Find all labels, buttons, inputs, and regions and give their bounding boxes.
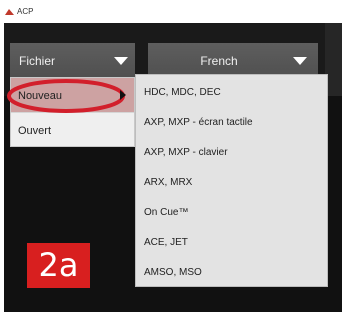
submenu-item-hdc[interactable]: HDC, MDC, DEC xyxy=(136,77,327,107)
file-menu-label: Fichier xyxy=(19,54,56,68)
file-menu-dropdown[interactable]: Fichier xyxy=(10,43,135,79)
submenu-item-oncue[interactable]: On Cue™ xyxy=(136,197,327,227)
title-bar: ACP xyxy=(0,0,348,22)
menu-item-label: Ouvert xyxy=(18,125,52,137)
submenu-item-ace[interactable]: ACE, JET xyxy=(136,227,327,257)
chevron-down-icon xyxy=(114,57,128,65)
submenu-item-label: AXP, MXP - clavier xyxy=(144,147,228,158)
submenu-item-label: ARX, MRX xyxy=(144,177,193,188)
submenu-item-label: AXP, MXP - écran tactile xyxy=(144,117,253,128)
submenu-item-amso[interactable]: AMSO, MSO xyxy=(136,257,327,287)
submenu-item-arx[interactable]: ARX, MRX xyxy=(136,167,327,197)
menu-item-ouvert[interactable]: Ouvert xyxy=(11,113,134,147)
highlight-ring xyxy=(7,79,125,113)
app-logo-icon xyxy=(5,9,14,15)
submenu-item-label: On Cue™ xyxy=(144,207,189,218)
submenu-item-label: HDC, MDC, DEC xyxy=(144,87,221,98)
step-badge: 2a xyxy=(27,243,90,288)
submenu-item-axp-touch[interactable]: AXP, MXP - écran tactile xyxy=(136,107,327,137)
submenu-arrow-icon xyxy=(120,90,126,100)
submenu-item-label: ACE, JET xyxy=(144,237,188,248)
nouveau-submenu: HDC, MDC, DEC AXP, MXP - écran tactile A… xyxy=(135,74,328,287)
window-title: ACP xyxy=(17,7,34,16)
chevron-down-icon xyxy=(293,57,307,65)
submenu-item-label: AMSO, MSO xyxy=(144,267,202,278)
submenu-item-axp-keyboard[interactable]: AXP, MXP - clavier xyxy=(136,137,327,167)
language-label: French xyxy=(200,54,238,68)
